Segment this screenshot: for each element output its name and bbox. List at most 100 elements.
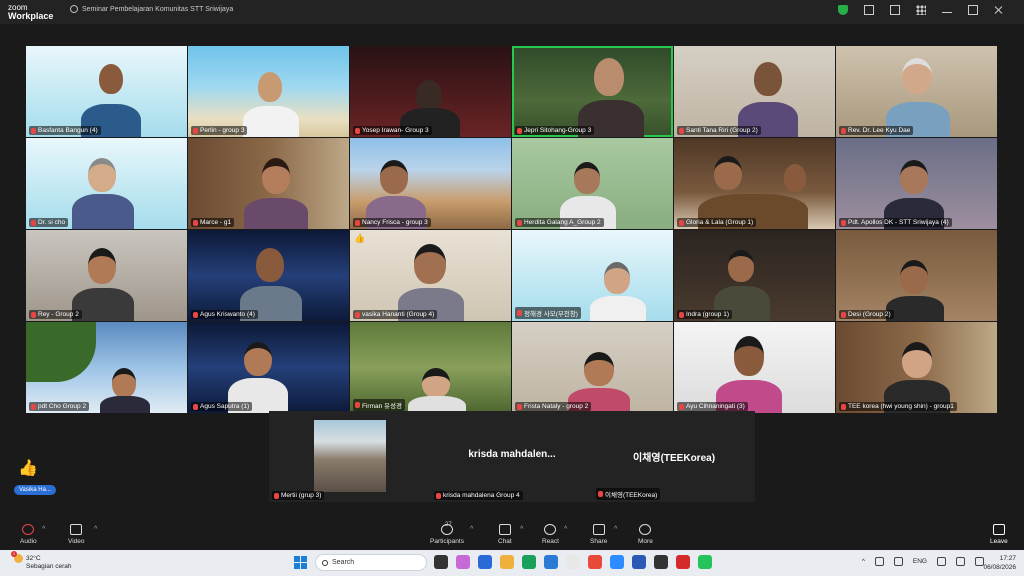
video-tile[interactable]: Marce - g1: [188, 138, 349, 229]
mic-muted-icon: [193, 311, 198, 318]
mail-icon[interactable]: [544, 555, 558, 569]
mic-muted-icon: [274, 492, 279, 499]
whiteboard-icon[interactable]: [566, 555, 580, 569]
participant-name: Rev. Dr. Lee Kyu Dae: [839, 126, 914, 135]
acrobat-icon[interactable]: [676, 555, 690, 569]
video-tile[interactable]: Basfanta Bangun (4): [26, 46, 187, 137]
video-tile[interactable]: Desi (Group 2): [836, 230, 997, 321]
windows-start-icon[interactable]: [294, 556, 307, 569]
meeting-info[interactable]: Seminar Pembelajaran Komunitas STT Sriwi…: [70, 5, 233, 13]
video-tile[interactable]: 정해경 사모(부천창): [512, 230, 673, 321]
mic-muted-icon: [598, 491, 603, 497]
audio-options-caret-icon[interactable]: ^: [42, 526, 45, 533]
video-tile[interactable]: Agus Kriswanto (4): [188, 230, 349, 321]
video-tile[interactable]: Herdita Galang A_Group 2: [512, 138, 673, 229]
chevron-up-icon[interactable]: ^: [862, 558, 865, 565]
audio-button[interactable]: Audio: [20, 524, 37, 545]
video-tile[interactable]: Gloria & Lala (Group 1): [674, 138, 835, 229]
video-tile[interactable]: TEE korea (hwi young shin) - group1: [836, 322, 997, 413]
zoom-icon[interactable]: [610, 555, 624, 569]
video-options-caret-icon[interactable]: ^: [94, 526, 97, 533]
chat-button[interactable]: Chat: [498, 524, 512, 545]
video-tile[interactable]: 👍 vasika Hananti (Group 4): [350, 230, 511, 321]
notes-icon[interactable]: [864, 5, 874, 15]
taskbar-search[interactable]: Search: [315, 554, 427, 571]
chat-icon: [498, 524, 511, 535]
network-icon[interactable]: [874, 557, 884, 566]
file-explorer-icon[interactable]: [500, 555, 514, 569]
apps-icon[interactable]: [890, 5, 900, 15]
security-shield-icon[interactable]: [838, 5, 848, 15]
copilot-icon[interactable]: [456, 555, 470, 569]
store-icon[interactable]: [478, 555, 492, 569]
chat-caret-icon[interactable]: ^: [520, 526, 523, 533]
clock[interactable]: 17:27 06/08/2026: [983, 554, 1016, 572]
window-controls: [838, 5, 1004, 15]
participant-name: Perlin - group 3: [191, 126, 248, 135]
view-grid-icon[interactable]: [916, 5, 926, 15]
video-tile[interactable]: Yosep Irawan- Group 3: [350, 46, 511, 137]
word-icon[interactable]: [632, 555, 646, 569]
participant-name: Santi Tana Riri (Group 2): [677, 126, 761, 135]
video-tile[interactable]: Santi Tana Riri (Group 2): [674, 46, 835, 137]
minimize-icon[interactable]: [942, 7, 952, 13]
participant-name: Desi (Group 2): [839, 310, 894, 319]
onedrive-icon[interactable]: [893, 557, 903, 566]
mic-muted-icon: [679, 219, 684, 226]
reaction-sender: Vasika Ha...: [14, 485, 56, 495]
mic-muted-icon: [841, 311, 846, 318]
participant-name: Ayu Cihnaningati (3): [677, 402, 748, 411]
share-button[interactable]: Share: [590, 524, 607, 545]
search-icon: [322, 559, 328, 566]
video-tile[interactable]: krisda mahdalen... krisda mahdalena Grou…: [431, 411, 593, 502]
participants-caret-icon[interactable]: ^: [470, 526, 473, 533]
more-button[interactable]: More: [638, 524, 653, 545]
weather-widget[interactable]: 1 32°C Sebagian cerah: [11, 551, 72, 571]
react-button[interactable]: React: [542, 524, 559, 545]
participant-name: 정해경 사모(부천창): [515, 307, 581, 319]
participant-name: TEE korea (hwi young shin) - group1: [839, 402, 957, 411]
share-caret-icon[interactable]: ^: [614, 526, 617, 533]
video-tile[interactable]: Ayu Cihnaningati (3): [674, 322, 835, 413]
video-tile[interactable]: Firman 유성경: [350, 322, 511, 413]
mic-muted-icon: [841, 219, 846, 226]
participant-name: Marce - g1: [191, 218, 235, 227]
video-tile-active-speaker[interactable]: Jepri Sitohang-Group 3: [512, 46, 673, 137]
volume-icon[interactable]: [956, 557, 965, 566]
react-caret-icon[interactable]: ^: [564, 526, 567, 533]
more-icon: [639, 524, 652, 535]
close-icon[interactable]: [994, 5, 1004, 15]
participant-name: pdt Cho Group 2: [29, 402, 90, 411]
temperature: 32°C: [26, 554, 41, 562]
video-tile[interactable]: 이채영(TEEKorea) 이채영(TEEKorea): [593, 411, 755, 502]
video-tile[interactable]: Rev. Dr. Lee Kyu Dae: [836, 46, 997, 137]
video-tile[interactable]: Rey - Group 2: [26, 230, 187, 321]
task-view-icon[interactable]: [434, 555, 448, 569]
video-tile[interactable]: Perlin - group 3: [188, 46, 349, 137]
participant-name: Basfanta Bangun (4): [29, 126, 101, 135]
language-indicator[interactable]: ENG: [913, 558, 927, 565]
date: 06/08/2026: [983, 564, 1016, 571]
participants-button[interactable]: 27 Participants: [430, 522, 464, 545]
video-tile[interactable]: Frista Nataly - group 2: [512, 322, 673, 413]
media-icon[interactable]: [654, 555, 668, 569]
video-tile[interactable]: Mertii (grup 3): [269, 411, 431, 502]
video-tile[interactable]: Pdt. Apollos DK - STT Sriwijaya (4): [836, 138, 997, 229]
video-tile[interactable]: Dr. si cho: [26, 138, 187, 229]
leave-button[interactable]: Leave: [990, 524, 1008, 545]
video-tile[interactable]: Agus Saputra (1): [188, 322, 349, 413]
maximize-icon[interactable]: [968, 5, 978, 15]
participant-name: vasika Hananti (Group 4): [353, 310, 438, 319]
video-tile[interactable]: pdt Cho Group 2: [26, 322, 187, 413]
video-tile[interactable]: Indra (group 1): [674, 230, 835, 321]
display-name: 이채영(TEEKorea): [632, 453, 716, 464]
wifi-icon[interactable]: [937, 557, 946, 566]
edge-icon[interactable]: [522, 555, 536, 569]
chrome-icon[interactable]: [588, 555, 602, 569]
windows-taskbar: 1 32°C Sebagian cerah Search ^ ENG 17:27…: [0, 550, 1024, 576]
video-tile[interactable]: Nancy Frisca - group 3: [350, 138, 511, 229]
participant-name: Herdita Galang A_Group 2: [515, 218, 604, 227]
whatsapp-icon[interactable]: [698, 555, 712, 569]
info-icon[interactable]: [70, 5, 78, 13]
video-button[interactable]: Video: [68, 524, 85, 545]
